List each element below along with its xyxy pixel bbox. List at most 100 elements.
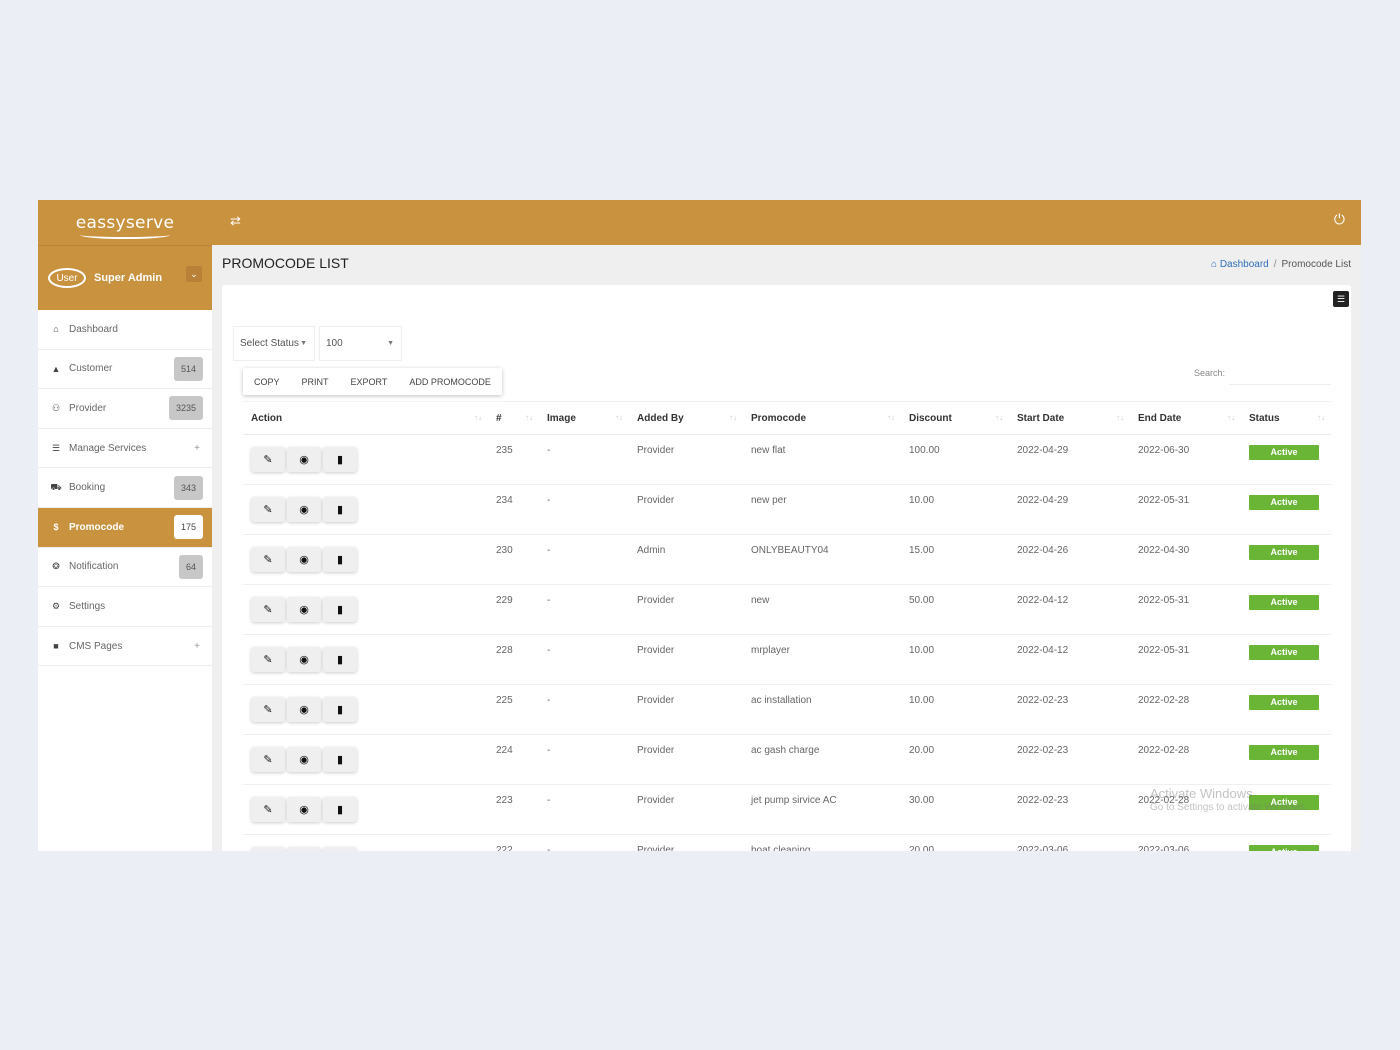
cell-discount: 15.00 — [901, 534, 1009, 585]
eye-icon: ◉ — [299, 604, 309, 616]
column-header-start-date[interactable]: Start Date ↑↓ — [1009, 401, 1130, 435]
plus-icon: + — [194, 640, 200, 652]
sidebar: User Super Admin ⌄ ⌂ Dashboard ▲ Customer 51… — [38, 245, 212, 851]
count-badge: 514 — [173, 356, 203, 381]
cell-start: 2022-02-23 — [1009, 684, 1130, 735]
table-row: ✎ ◉ ▮ 230- Admin ONLYBEAUTY04 15.00 2022-04-26 2… — [243, 534, 1331, 585]
sidebar-item-customer[interactable]: ▲ Customer 514 — [38, 350, 212, 390]
status-badge[interactable]: Active — [1249, 545, 1319, 560]
view-button[interactable]: ◉ — [287, 547, 321, 572]
delete-button[interactable]: ▮ — [323, 797, 357, 822]
column-header-promocode[interactable]: Promocode ↑↓ — [743, 401, 901, 435]
view-button[interactable]: ◉ — [287, 797, 321, 822]
export-button[interactable]: EXPORT — [340, 377, 399, 387]
sidebar-item-dashboard[interactable]: ⌂ Dashboard — [38, 310, 212, 350]
sidebar-item-notification[interactable]: ❂ Notification 64 — [38, 548, 212, 588]
edit-button[interactable]: ✎ — [251, 497, 285, 522]
cell-added-by: Admin — [629, 534, 743, 585]
breadcrumb-home[interactable]: ⌂ Dashboard — [1211, 259, 1269, 270]
edit-button[interactable]: ✎ — [251, 847, 285, 851]
view-button[interactable]: ◉ — [287, 597, 321, 622]
status-badge[interactable]: Active — [1249, 595, 1319, 610]
sidebar-item-booking[interactable]: ⛟ Booking 343 — [38, 468, 212, 508]
logo[interactable]: eassyserve — [38, 200, 212, 245]
delete-button[interactable]: ▮ — [323, 747, 357, 772]
edit-button[interactable]: ✎ — [251, 597, 285, 622]
table-row: ✎ ◉ ▮ 225- Provider ac installation 10.00 2022-… — [243, 684, 1331, 735]
delete-button[interactable]: ▮ — [323, 497, 357, 522]
cell-id: 223 — [488, 784, 539, 835]
breadcrumb-home-label: Dashboard — [1219, 259, 1269, 270]
edit-button[interactable]: ✎ — [251, 797, 285, 822]
power-icon[interactable]: ⏻ — [1334, 211, 1345, 228]
cell-status: Active — [1241, 534, 1331, 585]
view-button[interactable]: ◉ — [287, 497, 321, 522]
delete-button[interactable]: ▮ — [323, 447, 357, 472]
sidebar-item-cms-pages[interactable]: ■ CMS Pages + — [38, 627, 212, 667]
cell-end: 2022-02-28 — [1130, 684, 1241, 735]
edit-button[interactable]: ✎ — [251, 447, 285, 472]
column-header-label: Promocode — [751, 412, 807, 424]
action-cell: ✎◉▮ — [243, 734, 488, 785]
cell-end: 2022-02-28 — [1130, 784, 1241, 835]
edit-button[interactable]: ✎ — [251, 547, 285, 572]
cell-image: - — [539, 484, 629, 535]
column-header-action[interactable]: Action ↑↓ — [243, 401, 488, 435]
column-header-end-date[interactable]: End Date ↑↓ — [1130, 401, 1241, 435]
delete-button[interactable]: ▮ — [323, 647, 357, 672]
cell-added-by: Provider — [629, 684, 743, 735]
column-header-label: # — [496, 412, 502, 424]
sidebar-item-promocode[interactable]: $ Promocode 175 — [38, 507, 212, 548]
view-button[interactable]: ◉ — [287, 447, 321, 472]
copy-button[interactable]: COPY — [243, 377, 291, 387]
trash-icon: ▮ — [336, 704, 344, 716]
edit-button[interactable]: ✎ — [251, 647, 285, 672]
eye-icon: ◉ — [299, 454, 309, 466]
status-badge[interactable]: Active — [1249, 445, 1319, 460]
cell-promocode: ac installation — [743, 684, 901, 735]
delete-button[interactable]: ▮ — [323, 697, 357, 722]
column-header-discount[interactable]: Discount ↑↓ — [901, 401, 1009, 435]
add-promocode-button[interactable]: ADD PROMOCODE — [398, 377, 502, 387]
chat-icon[interactable]: ☰ — [1333, 291, 1349, 307]
delete-button[interactable]: ▮ — [323, 847, 357, 851]
delete-button[interactable]: ▮ — [323, 547, 357, 572]
column-header-image[interactable]: Image ↑↓ — [539, 401, 629, 435]
sidebar-item-label: Promocode — [69, 521, 125, 533]
sidebar-item-manage-services[interactable]: ☰ Manage Services + — [38, 429, 212, 469]
status-badge[interactable]: Active — [1249, 645, 1319, 660]
count-badge: 175 — [173, 515, 203, 540]
sidebar-item-provider[interactable]: ⚇ Provider 3235 — [38, 389, 212, 429]
search-input[interactable] — [1229, 363, 1331, 385]
column-header-id[interactable]: # ↑↓ — [488, 401, 539, 435]
status-badge[interactable]: Active — [1249, 845, 1319, 851]
view-button[interactable]: ◉ — [287, 697, 321, 722]
edit-button[interactable]: ✎ — [251, 697, 285, 722]
list-icon: ☰ — [51, 442, 61, 453]
status-select[interactable]: Select Status ▼ — [233, 326, 315, 361]
page-length-select[interactable]: 100 ▼ — [319, 326, 402, 361]
view-button[interactable]: ◉ — [287, 747, 321, 772]
sidebar-item-label: Settings — [69, 600, 106, 612]
app-window: eassyserve ⇄ ⏻ User Super Admin ⌄ ⌂ Dashb… — [38, 200, 1361, 851]
sidebar-item-settings[interactable]: ⚙ Settings — [38, 587, 212, 627]
column-header-status[interactable]: Status ↑↓ — [1241, 401, 1331, 435]
swap-arrows-icon[interactable]: ⇄ — [230, 213, 241, 229]
cell-added-by: Provider — [629, 434, 743, 485]
status-badge[interactable]: Active — [1249, 495, 1319, 510]
column-header-added-by[interactable]: Added By ↑↓ — [629, 401, 743, 435]
column-header-label: Status — [1249, 412, 1280, 424]
print-button[interactable]: PRINT — [291, 377, 340, 387]
chevron-down-icon[interactable]: ⌄ — [186, 266, 202, 282]
cell-promocode: new — [743, 584, 901, 635]
delete-button[interactable]: ▮ — [323, 597, 357, 622]
cell-image: - — [539, 684, 629, 735]
edit-button[interactable]: ✎ — [251, 747, 285, 772]
view-button[interactable]: ◉ — [287, 647, 321, 672]
status-badge[interactable]: Active — [1249, 795, 1319, 810]
status-badge[interactable]: Active — [1249, 695, 1319, 710]
view-button[interactable]: ◉ — [287, 847, 321, 851]
action-cell: ✎◉▮ — [243, 834, 488, 851]
promocode-card: ☰ Select Status ▼ 100 ▼ COPY PRINT EXPOR… — [222, 285, 1351, 851]
status-badge[interactable]: Active — [1249, 745, 1319, 760]
